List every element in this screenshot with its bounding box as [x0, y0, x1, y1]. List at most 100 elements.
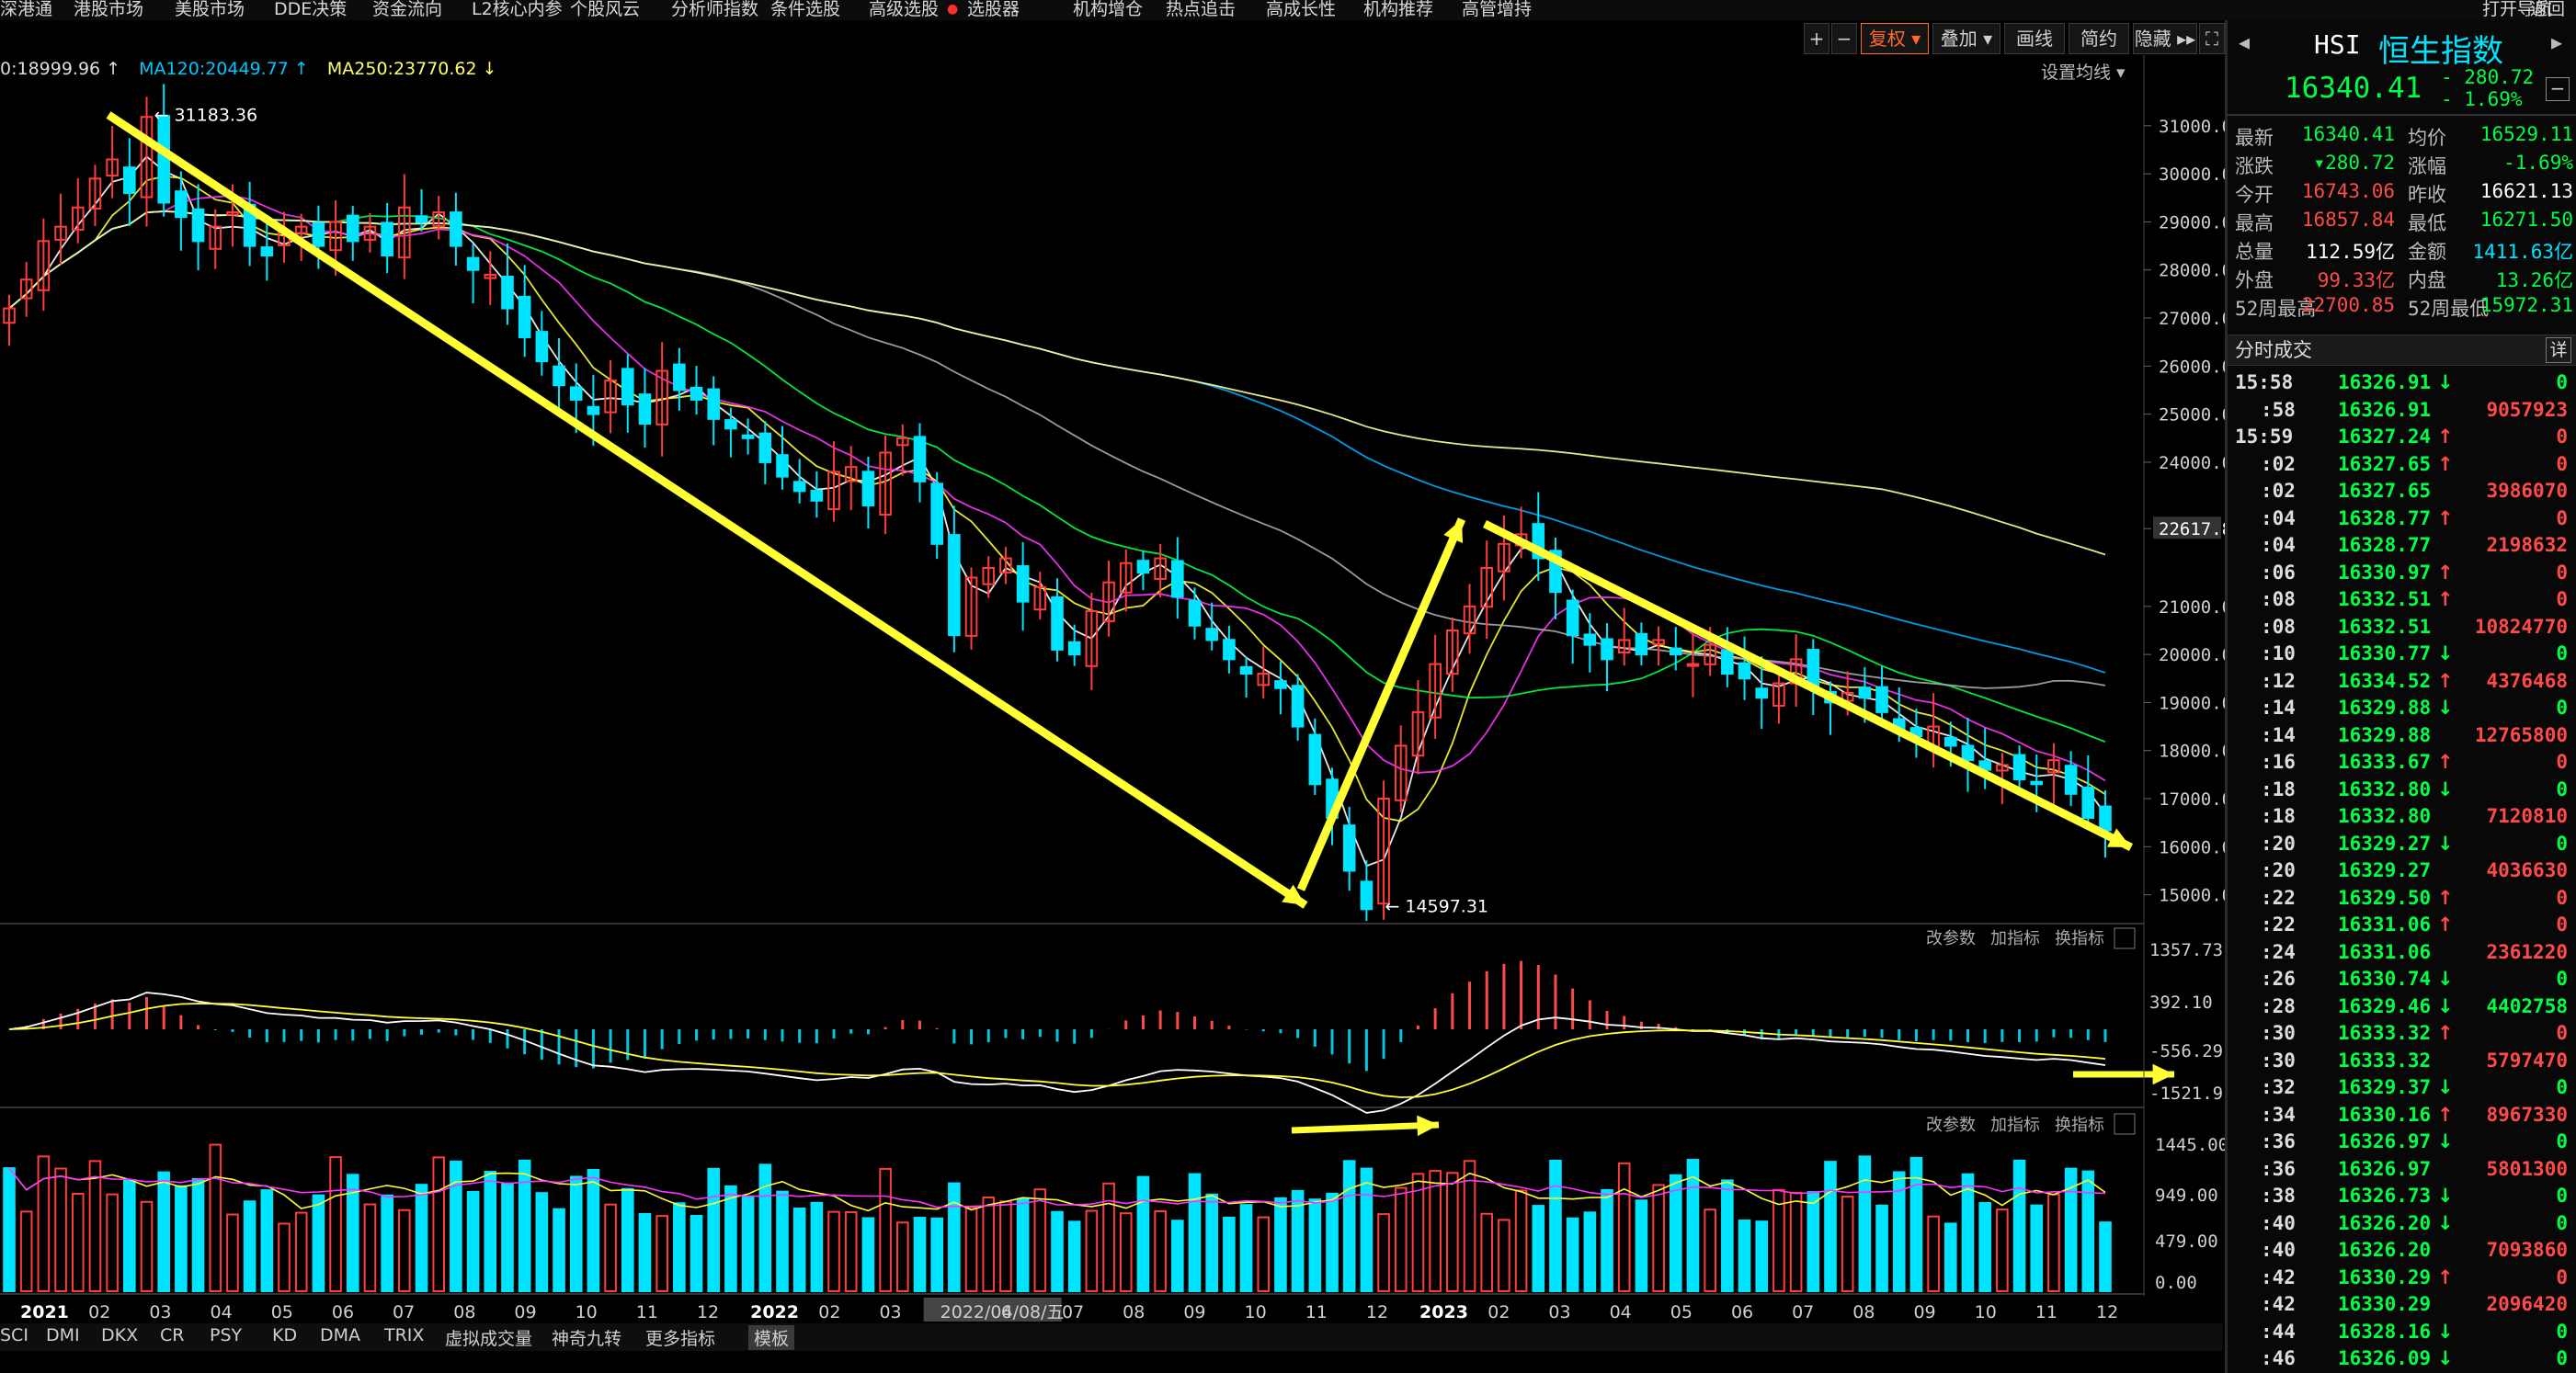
zoom-in-button[interactable]: + [1804, 23, 1829, 54]
next-symbol-icon[interactable]: ▸ [2551, 29, 2562, 55]
tick-volume: 4376468 [2486, 669, 2568, 692]
price-tick-label: 22617.8 [2159, 519, 2225, 539]
zoom-out-button[interactable]: − [1831, 23, 1857, 54]
menu-item-9[interactable]: 高级选股 [869, 0, 939, 18]
tick-row[interactable]: :20 16329.27 4036630 [2228, 857, 2576, 885]
indicator-tab-9[interactable]: 神奇九转 [552, 1325, 621, 1350]
tick-row[interactable]: :30 16333.32 ↑ 0 [2228, 1020, 2576, 1048]
tick-row[interactable]: :22 16331.06 ↑ 0 [2228, 912, 2576, 939]
tick-row[interactable]: :34 16330.16 ↑ 8967330 [2228, 1102, 2576, 1129]
tick-volume: 9057923 [2486, 398, 2568, 421]
tick-row[interactable]: :40 16326.20 7093860 [2228, 1237, 2576, 1265]
macd-panel-button[interactable]: 换指标 [2055, 929, 2104, 948]
tick-row[interactable]: :58 16326.91 9057923 [2228, 397, 2576, 425]
menu-item-1[interactable]: 港股市场 [74, 0, 143, 18]
indicator-tab-7[interactable]: TRIX [384, 1325, 424, 1345]
tick-time: :20 [2261, 859, 2296, 881]
tick-row[interactable]: :36 16326.97 5801300 [2228, 1156, 2576, 1184]
tick-row[interactable]: 15:58 16326.91 ↓ 0 [2228, 369, 2576, 397]
menu-item-3[interactable]: DDE决策 [274, 0, 347, 18]
menu-item-15[interactable]: 高管增持 [1462, 0, 1532, 18]
indicator-tab-1[interactable]: DMI [46, 1325, 80, 1345]
tick-row[interactable]: :06 16330.97 ↑ 0 [2228, 560, 2576, 587]
tick-row[interactable]: :40 16326.20 ↓ 0 [2228, 1210, 2576, 1238]
volume-panel-button[interactable]: 改参数 [1926, 1116, 1976, 1135]
tick-row[interactable]: :04 16328.77 ↑ 0 [2228, 505, 2576, 533]
tick-price: 16329.50 [2338, 886, 2432, 909]
tick-row[interactable]: :08 16332.51 ↑ 0 [2228, 586, 2576, 614]
tick-row[interactable]: :24 16331.06 2361220 [2228, 939, 2576, 967]
menu-item-0[interactable]: 深港通 [0, 0, 52, 18]
indicator-tab-6[interactable]: DMA [320, 1325, 360, 1345]
menu-item-11[interactable]: 机构增仓 [1073, 0, 1143, 18]
tick-row[interactable]: :04 16328.77 2198632 [2228, 532, 2576, 560]
menu-item-8[interactable]: 条件选股 [770, 0, 840, 18]
fullscreen-icon[interactable]: ⛶ [2199, 23, 2225, 54]
tick-row[interactable]: :22 16329.50 ↑ 0 [2228, 885, 2576, 913]
tick-row[interactable]: :42 16330.29 ↑ 0 [2228, 1265, 2576, 1292]
menu-item-12[interactable]: 热点追击 [1166, 0, 1236, 18]
tick-row[interactable]: :46 16326.09 ↓ 0 [2228, 1345, 2576, 1373]
indicator-tab-11[interactable]: 模板 [748, 1325, 795, 1350]
simple-mode-button[interactable]: 简约 [2069, 23, 2129, 54]
menu-item-17[interactable]: 返回 [2530, 0, 2565, 18]
menu-item-2[interactable]: 美股市场 [175, 0, 245, 18]
volume-bar [3, 1167, 16, 1292]
restore-rights-dropdown[interactable]: 复权 ▾ [1861, 23, 1929, 54]
tick-row[interactable]: :18 16332.80 ↓ 0 [2228, 777, 2576, 804]
time-axis-label: 09 [1183, 1302, 1205, 1322]
indicator-tab-2[interactable]: DKX [101, 1325, 138, 1345]
volume-panel-button[interactable]: 加指标 [1990, 1116, 2040, 1135]
tick-row[interactable]: :42 16330.29 2096420 [2228, 1291, 2576, 1319]
tick-row[interactable]: :20 16329.27 ↓ 0 [2228, 831, 2576, 858]
tick-list[interactable]: 15:58 16326.91 ↓ 0:58 16326.91 9057923 15:59 16… [2228, 369, 2576, 1373]
macd-panel-button[interactable]: 加指标 [1990, 929, 2040, 948]
tick-row[interactable]: 15:59 16327.24 ↑ 0 [2228, 424, 2576, 451]
indicator-tab-3[interactable]: CR [160, 1325, 184, 1345]
menu-item-5[interactable]: L2核心内参 [472, 0, 563, 18]
tick-volume: 0 [2556, 751, 2568, 773]
tick-row[interactable]: :44 16328.16 ↓ 0 [2228, 1319, 2576, 1346]
menu-item-13[interactable]: 高成长性 [1266, 0, 1336, 18]
tick-row[interactable]: :28 16329.46 ↓ 4402758 [2228, 993, 2576, 1021]
tick-row[interactable]: :26 16330.74 ↓ 0 [2228, 966, 2576, 993]
tick-row[interactable]: :10 16330.77 ↓ 0 [2228, 641, 2576, 668]
volume-panel-button[interactable]: 换指标 [2055, 1116, 2104, 1135]
volume-bar [1961, 1173, 1975, 1293]
price-tick-label: 19000.00 [2159, 693, 2225, 713]
tick-time: :24 [2261, 940, 2296, 963]
tick-row[interactable]: :32 16329.37 ↓ 0 [2228, 1074, 2576, 1102]
tick-row[interactable]: :14 16329.88 ↓ 0 [2228, 695, 2576, 722]
hide-panel-button[interactable]: 隐藏 ▸▸ [2133, 23, 2197, 54]
draw-line-button[interactable]: 画线 [2004, 23, 2065, 54]
indicator-tab-8[interactable]: 虚拟成交量 [445, 1325, 532, 1350]
tick-row[interactable]: :12 16334.52 ↑ 4376468 [2228, 668, 2576, 696]
tick-row[interactable]: :18 16332.80 7120810 [2228, 803, 2576, 831]
indicator-tab-0[interactable]: SCI [0, 1325, 28, 1345]
menu-item-14[interactable]: 机构推荐 [1363, 0, 1433, 18]
indicator-tab-10[interactable]: 更多指标 [645, 1325, 715, 1350]
tick-row[interactable]: :14 16329.88 12765800 [2228, 722, 2576, 750]
indicator-tab-5[interactable]: KD [272, 1325, 297, 1345]
tick-row[interactable]: :30 16333.32 5797470 [2228, 1048, 2576, 1075]
tick-volume: 0 [2556, 371, 2568, 393]
menu-item-7[interactable]: 分析师指数 [671, 0, 758, 18]
overlay-dropdown[interactable]: 叠加 ▾ [1932, 23, 2000, 54]
tick-row[interactable]: :16 16333.67 ↑ 0 [2228, 749, 2576, 777]
menu-item-6[interactable]: 个股风云 [570, 0, 640, 18]
menu-item-4[interactable]: 资金流向 [372, 0, 442, 18]
macd-panel-button[interactable]: 改参数 [1926, 929, 1976, 948]
tick-row[interactable]: :08 16332.51 10824770 [2228, 614, 2576, 641]
tick-row[interactable]: :02 16327.65 ↑ 0 [2228, 451, 2576, 479]
menu-item-10[interactable]: 选股器 [967, 0, 1020, 18]
collapse-icon[interactable]: − [2546, 77, 2570, 101]
main-chart[interactable]: 31000.00 30000.00 29000.00 28000.00 27000.00… [0, 55, 2225, 1323]
prev-symbol-icon[interactable]: ◂ [2239, 29, 2250, 55]
volume-bar [1944, 1222, 1957, 1292]
tick-time: :40 [2261, 1211, 2296, 1234]
tick-detail-button[interactable]: 详 [2546, 337, 2571, 363]
tick-row[interactable]: :38 16326.73 ↓ 0 [2228, 1183, 2576, 1210]
tick-row[interactable]: :36 16326.97 ↓ 0 [2228, 1129, 2576, 1156]
indicator-tab-4[interactable]: PSY [210, 1325, 242, 1345]
tick-row[interactable]: :02 16327.65 3986070 [2228, 478, 2576, 505]
